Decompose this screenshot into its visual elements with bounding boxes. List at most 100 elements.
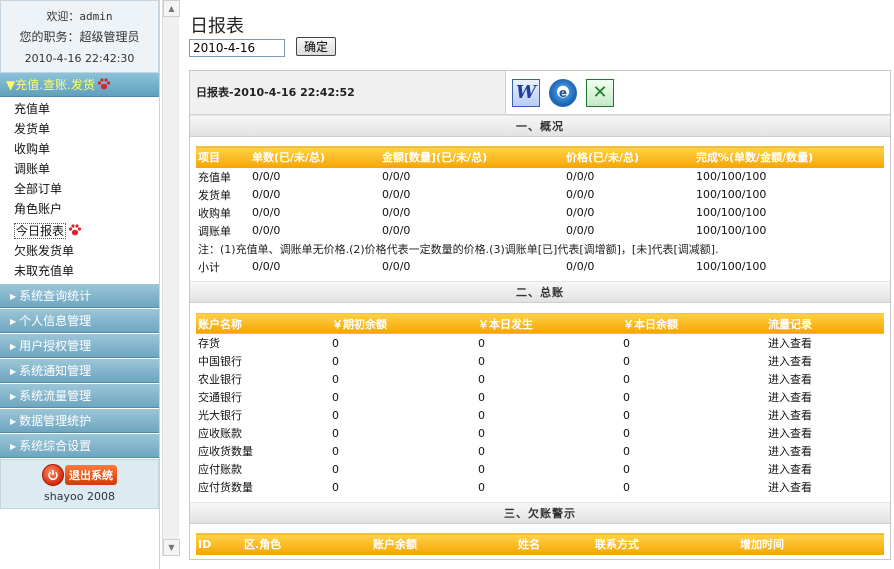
sidebar-scrollbar[interactable]: ▲ ▼	[162, 0, 180, 556]
power-icon	[42, 464, 64, 486]
table-row: 充值单 0/0/0 0/0/0 0/0/0 100/100/100	[198, 170, 767, 184]
view-link[interactable]: 进入查看	[766, 334, 884, 352]
table-row: 应收账款 0 0 0 进入查看	[196, 424, 884, 442]
menu-notifications[interactable]: ▶ 系统通知管理	[0, 359, 159, 383]
menu-personal-info[interactable]: ▶ 个人信息管理	[0, 309, 159, 333]
column-header: 项目	[196, 146, 250, 168]
table-row: 应付货数量 0 0 0 进入查看	[196, 478, 884, 496]
view-link[interactable]: 进入查看	[766, 442, 884, 460]
menu-recharge-label: 充值.查账.发货	[15, 78, 95, 92]
sidebar-item-debt-delivery[interactable]: 欠账发货单	[0, 241, 159, 261]
note-row: 注：(1)充值单、调账单无价格.(2)价格代表一定数量的价格.(3)调账单[已]…	[196, 240, 884, 258]
view-link[interactable]: 进入查看	[766, 424, 884, 442]
triangle-right-icon: ▶	[10, 317, 17, 326]
menu-traffic[interactable]: ▶ 系统流量管理	[0, 384, 159, 408]
view-link[interactable]: 进入查看	[766, 388, 884, 406]
table-row: 交通银行 0 0 0 进入查看	[196, 388, 884, 406]
column-header: 联系方式	[593, 533, 738, 555]
ledger-heading: 二、总账	[190, 280, 890, 303]
scroll-down-icon[interactable]: ▼	[163, 539, 180, 556]
table-row: 光大银行 0 0 0 进入查看	[196, 406, 884, 424]
report-panel: 日报表-2010-4-16 22:42:52 W e ✕ 一、概况 项目 单数(…	[189, 70, 891, 560]
user-info-panel: 欢迎：admin 您的职务：超级管理员 2010-4-16 22:42:30	[0, 0, 159, 73]
sidebar-item-recharge-order[interactable]: 充值单	[0, 99, 159, 119]
sidebar: 欢迎：admin 您的职务：超级管理员 2010-4-16 22:42:30 ▼…	[0, 0, 160, 569]
ie-icon[interactable]: e	[549, 78, 577, 107]
column-header: 流量记录	[766, 312, 884, 334]
report-title: 日报表-2010-4-16 22:42:52	[190, 71, 506, 114]
welcome-text: 欢迎：admin	[46, 10, 113, 23]
overview-table: 项目 单数(已/未/总) 金额[数量](已/未/总) 价格(已/未/总) 完成%…	[196, 146, 884, 276]
copyright: shayoo 2008	[44, 490, 115, 503]
column-header: 完成%(单数/金额/数量)	[694, 146, 884, 168]
subtotal-row: 小计 0/0/0 0/0/0 0/0/0 100/100/100	[198, 260, 767, 274]
paw-icon	[68, 224, 82, 236]
overview-note: 注：(1)充值单、调账单无价格.(2)价格代表一定数量的价格.(3)调账单[已]…	[198, 242, 719, 256]
triangle-right-icon: ▶	[10, 442, 17, 451]
overview-heading: 一、概况	[190, 115, 890, 137]
page-title: 日报表	[190, 16, 244, 37]
view-link[interactable]: 进入查看	[766, 460, 884, 478]
triangle-right-icon: ▶	[10, 392, 17, 401]
table-row: 农业银行 0 0 0 进入查看	[196, 370, 884, 388]
sidebar-item-delivery-order[interactable]: 发货单	[0, 119, 159, 139]
word-icon[interactable]: W	[512, 78, 540, 107]
sidebar-item-untaken-recharge[interactable]: 未取充值单	[0, 261, 159, 281]
column-header: 账户余额	[371, 533, 516, 555]
logout-button[interactable]: 退出系统	[42, 464, 117, 486]
triangle-right-icon: ▶	[10, 367, 17, 376]
logout-label: 退出系统	[65, 465, 117, 485]
date-input[interactable]	[189, 39, 285, 57]
report-header: 日报表-2010-4-16 22:42:52 W e ✕	[190, 71, 890, 115]
table-header-row: 项目 单数(已/未/总) 金额[数量](已/未/总) 价格(已/未/总) 完成%…	[196, 146, 884, 168]
menu-user-auth[interactable]: ▶ 用户授权管理	[0, 334, 159, 358]
menu-query-stats[interactable]: ▶ 系统查询统计	[0, 284, 159, 308]
view-link[interactable]: 进入查看	[766, 370, 884, 388]
sidebar-item-adjust-order[interactable]: 调账单	[0, 159, 159, 179]
table-row: 中国银行 0 0 0 进入查看	[196, 352, 884, 370]
excel-icon[interactable]: ✕	[586, 78, 614, 107]
column-header: 金额[数量](已/未/总)	[380, 146, 564, 168]
paw-icon	[97, 78, 110, 90]
recharge-submenu: 充值单 发货单 收购单 调账单 全部订单 角色账户 今日报表 欠账发货单 未取充…	[0, 97, 159, 283]
view-link[interactable]: 进入查看	[766, 478, 884, 496]
table-header-row: 账户名称 ￥期初余额 ￥本日发生 ￥本日余额 流量记录	[196, 312, 884, 334]
ledger-table: 账户名称 ￥期初余额 ￥本日发生 ￥本日余额 流量记录 存货 0 0 0 进入查看 中国…	[196, 312, 884, 497]
sidebar-item-role-account[interactable]: 角色账户	[0, 199, 159, 219]
confirm-button[interactable]: 确定	[296, 37, 336, 56]
sidebar-item-today-report[interactable]: 今日报表	[0, 221, 159, 241]
sidebar-item-all-orders[interactable]: 全部订单	[0, 179, 159, 199]
triangle-right-icon: ▶	[10, 342, 17, 351]
sidebar-footer: 退出系统 shayoo 2008	[0, 459, 159, 509]
login-time: 2010-4-16 22:42:30	[24, 52, 135, 65]
table-row: 发货单 0/0/0 0/0/0 0/0/0 100/100/100	[198, 188, 767, 202]
view-link[interactable]: 进入查看	[766, 406, 884, 424]
debt-heading: 三、欠账警示	[190, 502, 890, 524]
scroll-up-icon[interactable]: ▲	[163, 0, 180, 17]
main-content: 日报表 确定 日报表-2010-4-16 22:42:52 W e ✕ 一、概况…	[180, 0, 894, 569]
table-row: 存货 0 0 0 进入查看	[196, 334, 884, 352]
menu-recharge-open[interactable]: ▼充值.查账.发货	[0, 73, 159, 97]
column-header: 姓名	[516, 533, 593, 555]
table-header-row: ID 区.角色 账户余额 姓名 联系方式 增加时间	[196, 533, 884, 555]
table-row: 应收货数量 0 0 0 进入查看	[196, 442, 884, 460]
menu-system-settings[interactable]: ▶ 系统综合设置	[0, 434, 159, 458]
column-header: 账户名称	[196, 312, 330, 334]
sidebar-item-purchase-order[interactable]: 收购单	[0, 139, 159, 159]
column-header: ￥期初余额	[330, 312, 476, 334]
column-header: 单数(已/未/总)	[250, 146, 380, 168]
table-row: 调账单 0/0/0 0/0/0 0/0/0 100/100/100	[198, 224, 767, 238]
column-header: 区.角色	[242, 533, 371, 555]
view-link[interactable]: 进入查看	[766, 352, 884, 370]
debt-table: ID 区.角色 账户余额 姓名 联系方式 增加时间	[196, 533, 884, 555]
export-toolbar: W e ✕	[506, 71, 890, 114]
triangle-down-icon: ▼	[6, 78, 16, 92]
column-header: ID	[196, 533, 242, 555]
column-header: 价格(已/未/总)	[564, 146, 694, 168]
user-role: 您的职务：超级管理员	[19, 30, 140, 44]
table-row: 收购单 0/0/0 0/0/0 0/0/0 100/100/100	[198, 206, 767, 220]
column-header: ￥本日发生	[476, 312, 621, 334]
column-header: 增加时间	[738, 533, 884, 555]
menu-data-maintenance[interactable]: ▶ 数据管理统护	[0, 409, 159, 433]
triangle-right-icon: ▶	[10, 417, 17, 426]
